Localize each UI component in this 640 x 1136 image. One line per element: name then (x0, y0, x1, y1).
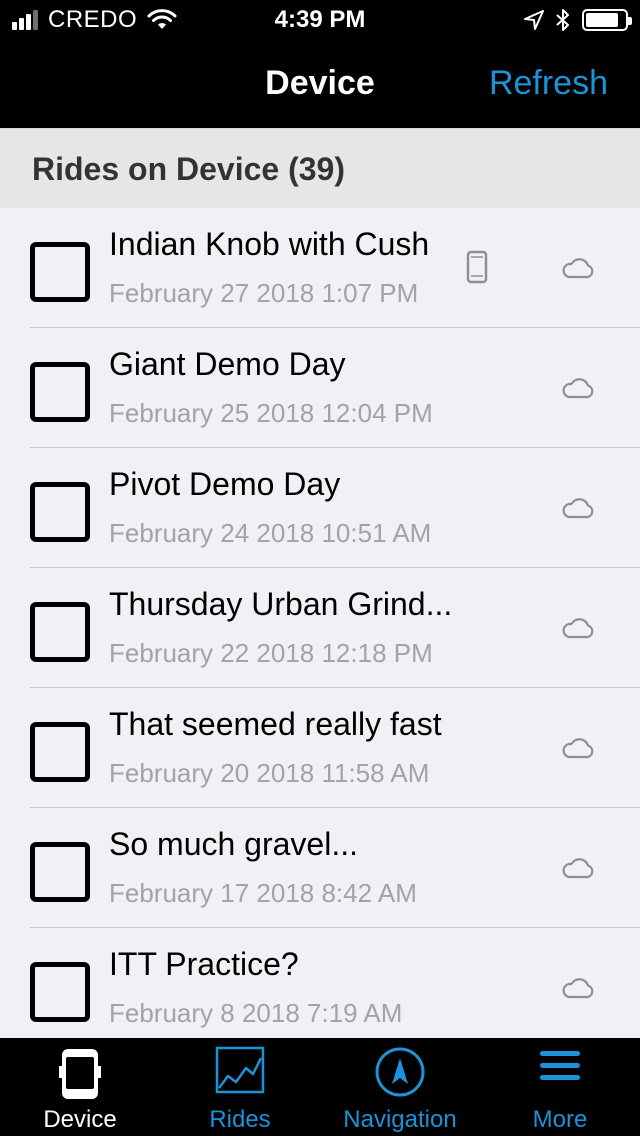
tab-bar: Device Rides Navigation More (0, 1038, 640, 1136)
ride-date: February 24 2018 10:51 AM (109, 518, 432, 548)
chart-icon (215, 1046, 265, 1094)
ride-row[interactable]: Giant Demo Day February 25 2018 12:04 PM (0, 328, 640, 448)
compass-icon (375, 1047, 425, 1097)
ride-date: February 27 2018 1:07 PM (109, 278, 419, 308)
screen: CREDO 4:39 PM Device Refresh Rides on De… (0, 0, 640, 1136)
status-right (512, 8, 632, 32)
ride-row[interactable]: Pivot Demo Day February 24 2018 10:51 AM (0, 448, 640, 568)
section-title: Rides on Device (39) (32, 151, 345, 187)
cloud-icon[interactable] (560, 736, 596, 760)
refresh-button[interactable]: Refresh (489, 64, 608, 103)
cloud-icon[interactable] (560, 496, 596, 520)
cloud-icon[interactable] (560, 976, 596, 1000)
location-arrow-icon (524, 10, 544, 30)
tab-navigation[interactable]: Navigation (320, 1038, 480, 1136)
tab-device[interactable]: Device (0, 1038, 160, 1136)
cloud-icon[interactable] (560, 376, 596, 400)
ride-date: February 25 2018 12:04 PM (109, 398, 433, 428)
ride-checkbox[interactable] (30, 842, 90, 902)
ride-title: Pivot Demo Day (109, 466, 341, 502)
ride-title: Indian Knob with Cush (109, 226, 430, 262)
ride-title: Thursday Urban Grind... (109, 586, 453, 622)
ride-date: February 22 2018 12:18 PM (109, 638, 433, 668)
ride-title: Giant Demo Day (109, 346, 346, 382)
ride-row[interactable]: So much gravel... February 17 2018 8:42 … (0, 808, 640, 928)
section-header: Rides on Device (39) (0, 128, 640, 208)
ride-row[interactable]: ITT Practice? February 8 2018 7:19 AM (0, 928, 640, 1038)
ride-list[interactable]: Indian Knob with Cush February 27 2018 1… (0, 208, 640, 1038)
ride-checkbox[interactable] (30, 482, 90, 542)
ride-checkbox[interactable] (30, 362, 90, 422)
status-bar: CREDO 4:39 PM (0, 0, 640, 40)
ride-checkbox[interactable] (30, 242, 90, 302)
cloud-icon[interactable] (560, 856, 596, 880)
ride-date: February 8 2018 7:19 AM (109, 998, 403, 1028)
ride-checkbox[interactable] (30, 602, 90, 662)
cloud-icon[interactable] (560, 616, 596, 640)
ride-title: ITT Practice? (109, 946, 299, 982)
ride-date: February 17 2018 8:42 AM (109, 878, 417, 908)
device-icon (59, 1049, 101, 1099)
tab-label: More (532, 1106, 588, 1133)
battery-icon (582, 9, 632, 31)
tab-label: Device (43, 1106, 117, 1133)
ride-row[interactable]: Thursday Urban Grind... February 22 2018… (0, 568, 640, 688)
tab-more[interactable]: More (480, 1038, 640, 1136)
ride-date: February 20 2018 11:58 AM (109, 758, 430, 788)
tab-rides[interactable]: Rides (160, 1038, 320, 1136)
bluetooth-icon (556, 9, 569, 31)
ride-checkbox[interactable] (30, 722, 90, 782)
menu-icon (540, 1051, 580, 1080)
ride-title: So much gravel... (109, 826, 358, 862)
ride-row[interactable]: That seemed really fast February 20 2018… (0, 688, 640, 808)
ride-title: That seemed really fast (109, 706, 442, 742)
phone-icon (466, 250, 488, 284)
navigation-bar: Device Refresh (0, 40, 640, 128)
tab-label: Rides (209, 1106, 271, 1133)
ride-row[interactable]: Indian Knob with Cush February 27 2018 1… (0, 208, 640, 328)
cloud-icon[interactable] (560, 256, 596, 280)
ride-checkbox[interactable] (30, 962, 90, 1022)
tab-label: Navigation (343, 1106, 457, 1133)
